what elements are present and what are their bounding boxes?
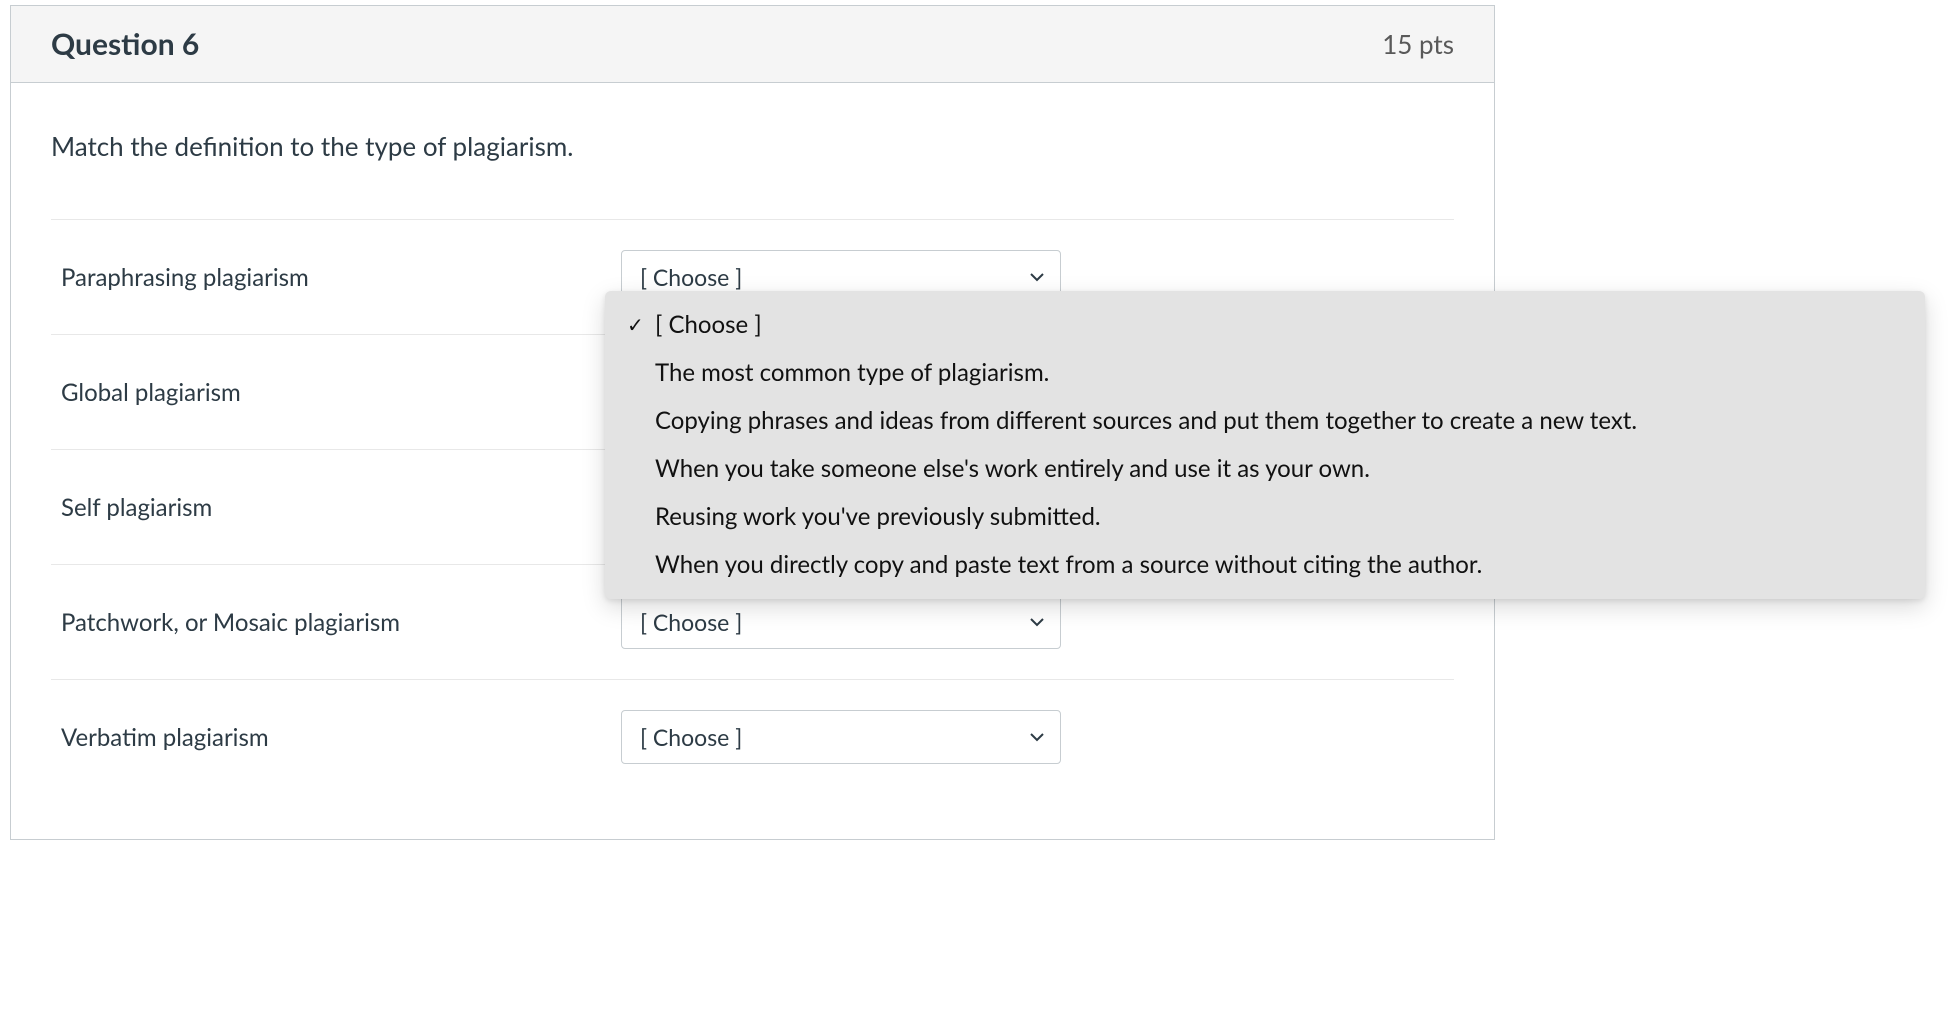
dropdown-option-choose[interactable]: ✓ [ Choose ] xyxy=(605,301,1925,349)
question-title: Question 6 xyxy=(51,26,199,62)
match-row: Verbatim plagiarism [ Choose ] xyxy=(51,679,1454,794)
option-text: Reusing work you've previously submitted… xyxy=(651,499,1903,535)
select-value: [ Choose ] xyxy=(640,263,742,291)
option-text: Copying phrases and ideas from different… xyxy=(651,403,1903,439)
dropdown-option[interactable]: The most common type of plagiarism. xyxy=(605,349,1925,397)
option-text: [ Choose ] xyxy=(651,307,1903,343)
select-value: [ Choose ] xyxy=(640,608,742,636)
option-text: When you take someone else's work entire… xyxy=(651,451,1903,487)
match-label-verbatim: Verbatim plagiarism xyxy=(61,723,621,752)
match-label-patchwork: Patchwork, or Mosaic plagiarism xyxy=(61,608,621,637)
match-label-global: Global plagiarism xyxy=(61,378,621,407)
match-select-patchwork[interactable]: [ Choose ] xyxy=(621,595,1061,649)
dropdown-option[interactable]: When you take someone else's work entire… xyxy=(605,445,1925,493)
match-label-self: Self plagiarism xyxy=(61,493,621,522)
select-wrapper: [ Choose ] xyxy=(621,710,1061,764)
option-text: When you directly copy and paste text fr… xyxy=(651,547,1903,583)
question-prompt: Match the definition to the type of plag… xyxy=(51,128,1454,164)
question-points: 15 pts xyxy=(1382,28,1454,60)
match-select-verbatim[interactable]: [ Choose ] xyxy=(621,710,1061,764)
question-header: Question 6 15 pts xyxy=(11,6,1494,83)
dropdown-panel[interactable]: ✓ [ Choose ] The most common type of pla… xyxy=(605,291,1925,599)
dropdown-option[interactable]: Copying phrases and ideas from different… xyxy=(605,397,1925,445)
checkmark-icon: ✓ xyxy=(627,310,651,340)
dropdown-option[interactable]: Reusing work you've previously submitted… xyxy=(605,493,1925,541)
quiz-container: Question 6 15 pts Match the definition t… xyxy=(0,0,1952,1022)
match-label-paraphrasing: Paraphrasing plagiarism xyxy=(61,263,621,292)
dropdown-option[interactable]: When you directly copy and paste text fr… xyxy=(605,541,1925,589)
select-wrapper: [ Choose ] xyxy=(621,595,1061,649)
select-value: [ Choose ] xyxy=(640,723,742,751)
option-text: The most common type of plagiarism. xyxy=(651,355,1903,391)
